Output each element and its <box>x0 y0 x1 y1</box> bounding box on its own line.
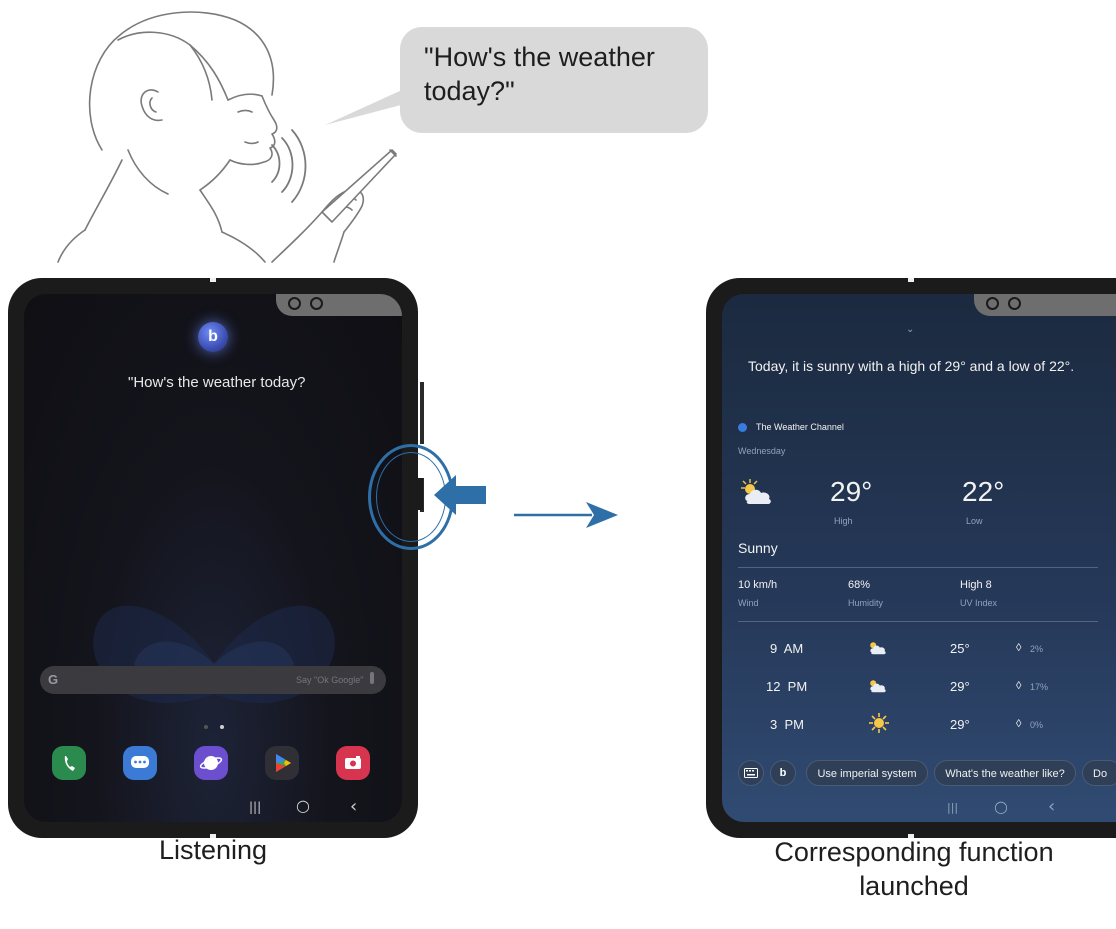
precip-drop-icon: ◊ <box>1016 718 1022 730</box>
page-indicator-dot-active <box>220 725 224 729</box>
wind-label: Wind <box>738 598 759 608</box>
hour-temp: 29° <box>950 717 970 732</box>
hour-temp: 29° <box>950 679 970 694</box>
weather-provider[interactable]: The Weather Channel <box>756 422 844 432</box>
person-illustration <box>57 11 397 263</box>
voice-query-text: "How's the weather today? <box>128 374 306 391</box>
front-camera-icon <box>1008 297 1021 310</box>
messages-icon[interactable] <box>123 746 157 780</box>
page-indicator-dot <box>204 725 208 729</box>
low-temp: 22° <box>962 476 1005 507</box>
press-arrow-icon <box>434 475 486 515</box>
hour-temp: 25° <box>950 641 970 656</box>
suggestion-chip-weather[interactable]: What's the weather like? <box>934 760 1076 786</box>
right-phone-screen: ⌄ Today, it is sunny with a high of 29° … <box>722 294 1116 822</box>
bixby-icon[interactable]: b <box>198 322 228 352</box>
weather-divider <box>738 567 1098 568</box>
speech-bubble-text: "How's the weather today?" <box>424 42 655 106</box>
bixby-button[interactable]: b <box>770 760 796 786</box>
caption-listening: Listening <box>158 835 268 865</box>
left-phone-screen: b "How's the weather today? G Say "Ok Go… <box>24 294 402 822</box>
side-key-upper[interactable] <box>420 382 424 444</box>
partly-cloudy-icon <box>870 642 886 655</box>
wind-value: 10 km/h <box>738 579 778 591</box>
weather-day: Wednesday <box>738 446 786 456</box>
uv-label: UV Index <box>960 598 998 608</box>
high-temp: 29° <box>830 476 873 507</box>
humidity-label: Humidity <box>848 598 884 608</box>
low-label: Low <box>966 516 983 526</box>
transition-arrow-icon <box>514 502 618 528</box>
right-phone-fold-top <box>908 278 914 282</box>
wallpaper-butterfly <box>93 605 335 704</box>
weather-condition: Sunny <box>738 540 778 556</box>
back-button[interactable]: ‹ <box>350 796 357 817</box>
assistant-response: Today, it is sunny with a high of 29° an… <box>748 358 1075 374</box>
collapse-chevron-icon[interactable]: ⌄ <box>906 324 914 335</box>
suggestion-chip-imperial[interactable]: Use imperial system <box>806 760 928 786</box>
partly-cloudy-icon <box>741 479 771 504</box>
hour-time: 3 PM <box>770 717 804 732</box>
suggestion-chip-partial[interactable]: Do <box>1082 760 1116 786</box>
hour-time: 9 AM <box>770 641 804 656</box>
hour-time: 12 PM <box>766 679 808 694</box>
google-search-bar[interactable]: G Say "Ok Google" <box>40 666 386 694</box>
recents-button[interactable]: ||| <box>947 801 958 814</box>
play-store-icon[interactable] <box>265 746 299 780</box>
precip-drop-icon: ◊ <box>1016 680 1022 692</box>
uv-value: High 8 <box>960 579 992 591</box>
left-phone-fold-top <box>210 278 216 282</box>
keyboard-button[interactable] <box>738 760 764 786</box>
front-camera-icon <box>288 297 301 310</box>
hour-precip: 0% <box>1030 720 1044 730</box>
hour-precip: 17% <box>1030 682 1049 692</box>
home-button[interactable]: ○ <box>296 796 310 815</box>
internet-icon[interactable] <box>194 746 228 780</box>
precip-drop-icon: ◊ <box>1016 642 1022 654</box>
search-hint: Say "Ok Google" <box>296 675 364 685</box>
phone-icon[interactable] <box>52 746 86 780</box>
high-label: High <box>834 516 853 526</box>
back-button[interactable]: ‹ <box>1048 796 1055 817</box>
camera-icon[interactable] <box>336 746 370 780</box>
sunny-icon <box>869 713 889 733</box>
humidity-value: 68% <box>848 579 871 591</box>
side-key-zoomed[interactable] <box>418 478 423 510</box>
caption-function-launched: Corresponding function launched <box>774 837 1054 901</box>
google-g-icon: G <box>48 672 59 687</box>
partly-cloudy-icon <box>870 680 886 693</box>
mic-icon[interactable] <box>370 672 374 684</box>
weather-divider <box>738 621 1098 622</box>
recents-button[interactable]: ||| <box>249 800 261 814</box>
home-button[interactable]: ○ <box>994 797 1008 816</box>
hour-precip: 2% <box>1030 644 1044 654</box>
front-camera-icon <box>310 297 323 310</box>
front-camera-icon <box>986 297 999 310</box>
weather-channel-logo-icon <box>738 423 747 432</box>
